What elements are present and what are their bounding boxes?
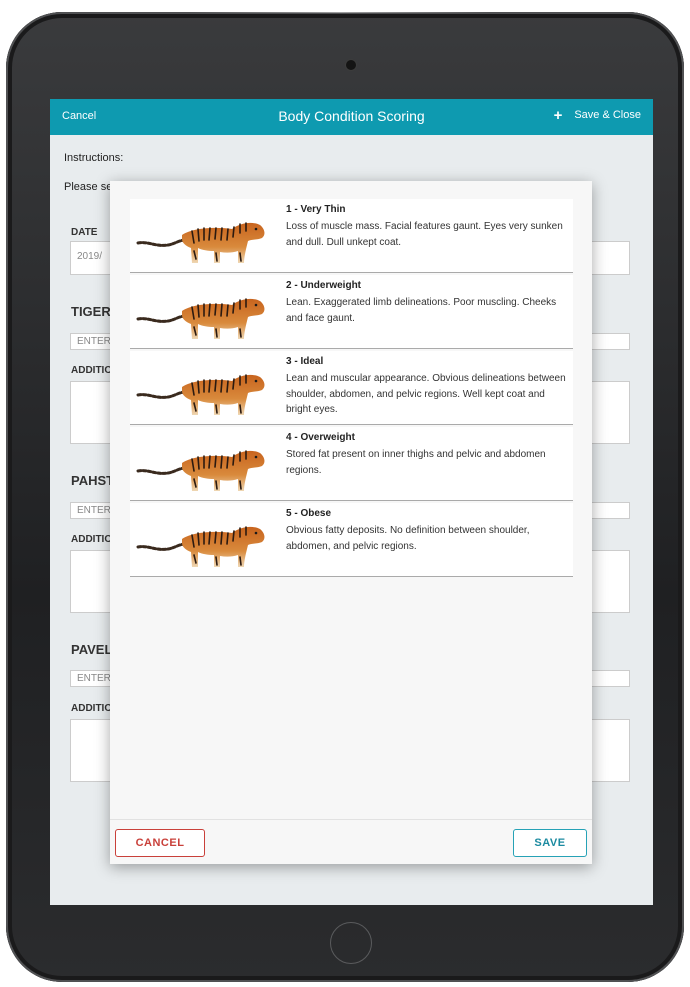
option-description: Lean. Exaggerated limb delineations. Poo… <box>286 297 557 324</box>
section-title: PAHST <box>71 473 115 488</box>
condition-option[interactable]: 4 - Overweight Stored fat present on inn… <box>130 427 573 501</box>
app-header: Cancel Body Condition Scoring + Save & C… <box>50 99 653 135</box>
condition-option[interactable]: 2 - Underweight Lean. Exaggerated limb d… <box>130 275 573 349</box>
instructions-label: Instructions: <box>64 152 124 164</box>
option-title: 4 - Overweight <box>286 432 355 443</box>
input-placeholder: ENTER <box>77 673 111 684</box>
option-description: Lean and muscular appearance. Obvious de… <box>286 373 566 415</box>
option-title: 5 - Obese <box>286 508 332 519</box>
instructions-text: Please se <box>64 181 113 193</box>
save-close-label: Save & Close <box>574 109 641 121</box>
home-button[interactable] <box>330 922 372 964</box>
additional-label: ADDITIO <box>71 365 113 376</box>
condition-option[interactable]: 1 - Very Thin Loss of muscle mass. Facia… <box>130 199 573 273</box>
input-placeholder: ENTER <box>77 505 111 516</box>
dialog-footer: CANCEL SAVE <box>110 819 592 864</box>
option-title: 2 - Underweight <box>286 280 362 291</box>
save-button[interactable]: SAVE <box>513 829 587 857</box>
option-title: 1 - Very Thin <box>286 204 346 215</box>
app-screen: Cancel Body Condition Scoring + Save & C… <box>50 99 653 905</box>
save-close-button[interactable]: + Save & Close <box>553 106 641 124</box>
condition-option[interactable]: 3 - Ideal Lean and muscular appearance. … <box>130 351 573 425</box>
option-description: Loss of muscle mass. Facial features gau… <box>286 221 563 248</box>
condition-option[interactable]: 5 - Obese Obvious fatty deposits. No def… <box>130 503 573 577</box>
tiger-icon <box>136 449 266 493</box>
option-description: Obvious fatty deposits. No definition be… <box>286 525 530 552</box>
option-description: Stored fat present on inner thighs and p… <box>286 449 546 476</box>
section-title: TIGER <box>71 304 111 319</box>
tiger-icon <box>136 373 266 417</box>
tiger-icon <box>136 297 266 341</box>
tiger-icon <box>136 525 266 569</box>
bezel-highlight <box>190 10 490 13</box>
date-value: 2019/ <box>77 251 103 262</box>
tiger-icon <box>136 221 266 265</box>
input-placeholder: ENTER <box>77 336 111 347</box>
date-label: DATE <box>71 227 98 238</box>
plus-icon: + <box>553 106 563 124</box>
section-title: PAVEL <box>71 642 113 657</box>
additional-label: ADDITIO <box>71 534 113 545</box>
tablet-device: Cancel Body Condition Scoring + Save & C… <box>0 0 690 987</box>
cancel-button[interactable]: CANCEL <box>115 829 205 857</box>
condition-options-list: 1 - Very Thin Loss of muscle mass. Facia… <box>130 199 573 579</box>
body-condition-dialog: 1 - Very Thin Loss of muscle mass. Facia… <box>110 181 592 864</box>
additional-label: ADDITIO <box>71 703 113 714</box>
option-title: 3 - Ideal <box>286 356 324 367</box>
camera-icon <box>346 60 356 70</box>
